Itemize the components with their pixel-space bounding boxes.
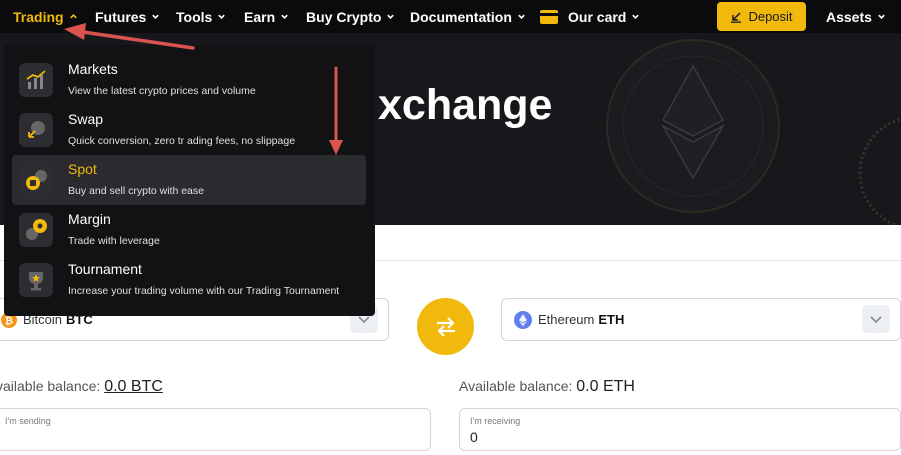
to-asset-name: Ethereum (538, 312, 595, 327)
nav-buy-crypto[interactable]: Buy Crypto (306, 0, 395, 33)
deposit-icon (731, 11, 742, 23)
chevron-down-icon (632, 14, 640, 19)
nav-our-card-label: Our card (568, 8, 627, 25)
nav-our-card[interactable]: Our card (540, 0, 640, 33)
swap-icon (19, 113, 53, 147)
menu-item-spot-desc: Buy and sell crypto with ease (68, 185, 204, 197)
menu-item-markets-title: Markets (68, 61, 118, 77)
nav-assets[interactable]: Assets (826, 0, 886, 33)
ethereum-coin-decoration (606, 39, 780, 213)
nav-documentation-label: Documentation (410, 8, 512, 25)
nav-earn[interactable]: Earn (244, 0, 289, 33)
menu-item-tournament-title: Tournament (68, 261, 142, 277)
nav-documentation[interactable]: Documentation (410, 0, 526, 33)
nav-futures[interactable]: Futures (95, 0, 160, 33)
svg-text:₿: ₿ (5, 315, 13, 327)
receiving-amount-input[interactable]: I'm receiving 0 (459, 408, 901, 451)
nav-tools[interactable]: Tools (176, 0, 226, 33)
menu-item-swap-title: Swap (68, 111, 104, 127)
receiving-amount-label: I'm receiving (470, 416, 521, 426)
nav-assets-label: Assets (826, 8, 872, 25)
to-asset-dropdown[interactable] (862, 305, 890, 333)
to-asset-select[interactable]: Ethereum ETH (501, 298, 901, 341)
nav-trading[interactable]: Trading (13, 0, 78, 33)
nav-tools-label: Tools (176, 8, 213, 25)
chevron-down-icon (878, 14, 885, 19)
menu-item-margin[interactable]: Margin Trade with leverage (12, 205, 366, 255)
menu-item-margin-desc: Trade with leverage (68, 235, 160, 247)
chevron-down-icon (281, 14, 288, 19)
chevron-down-icon (152, 14, 160, 19)
chevron-down-icon (387, 14, 395, 19)
menu-item-margin-title: Margin (68, 211, 111, 227)
menu-item-markets-desc: View the latest crypto prices and volume (68, 85, 256, 97)
nav-futures-label: Futures (95, 8, 147, 25)
nav-buy-crypto-label: Buy Crypto (306, 8, 382, 25)
menu-item-swap-desc: Quick conversion, zero tr ading fees, no… (68, 135, 296, 147)
margin-icon (19, 213, 53, 247)
hero-title: xchange (378, 81, 553, 129)
spot-icon (19, 163, 53, 197)
from-balance-value[interactable]: 0.0 BTC (104, 378, 163, 395)
chevron-up-icon (69, 14, 77, 19)
to-balance-label: Available balance: (459, 378, 573, 394)
nav-trading-label: Trading (13, 8, 64, 25)
from-balance-label: vailable balance: (0, 378, 101, 394)
deposit-label: Deposit (748, 9, 793, 24)
coin-edge-decoration (858, 117, 901, 225)
to-balance: Available balance: 0.0 ETH (459, 378, 635, 396)
deposit-button[interactable]: Deposit (717, 2, 806, 31)
sending-amount-input[interactable]: I'm sending (0, 408, 431, 451)
chevron-down-icon (218, 14, 226, 19)
sending-amount-label: I'm sending (5, 416, 51, 426)
ethereum-icon (514, 310, 532, 329)
swap-direction-button[interactable] (417, 298, 474, 355)
chevron-down-icon (870, 316, 882, 324)
swap-arrows-icon (436, 316, 455, 337)
receiving-amount-value: 0 (470, 429, 478, 445)
menu-item-spot-title: Spot (68, 161, 97, 177)
nav-earn-label: Earn (244, 8, 276, 25)
to-asset-ticker: ETH (598, 312, 625, 327)
menu-item-swap[interactable]: Swap Quick conversion, zero tr ading fee… (12, 105, 366, 155)
trading-dropdown-menu: Markets View the latest crypto prices an… (4, 45, 375, 316)
menu-item-markets[interactable]: Markets View the latest crypto prices an… (12, 55, 366, 105)
menu-item-spot[interactable]: Spot Buy and sell crypto with ease (12, 155, 366, 205)
chevron-down-icon (518, 14, 525, 19)
markets-icon (19, 63, 53, 97)
menu-item-tournament[interactable]: Tournament Increase your trading volume … (12, 255, 366, 305)
top-navigation: Trading Futures Tools Earn Buy Crypto Do… (0, 0, 901, 33)
menu-item-tournament-desc: Increase your trading volume with our Tr… (68, 285, 340, 297)
card-icon (540, 9, 558, 24)
from-balance: vailable balance: 0.0 BTC (0, 378, 163, 396)
trophy-icon (19, 263, 53, 297)
to-balance-value: 0.0 ETH (576, 378, 635, 395)
